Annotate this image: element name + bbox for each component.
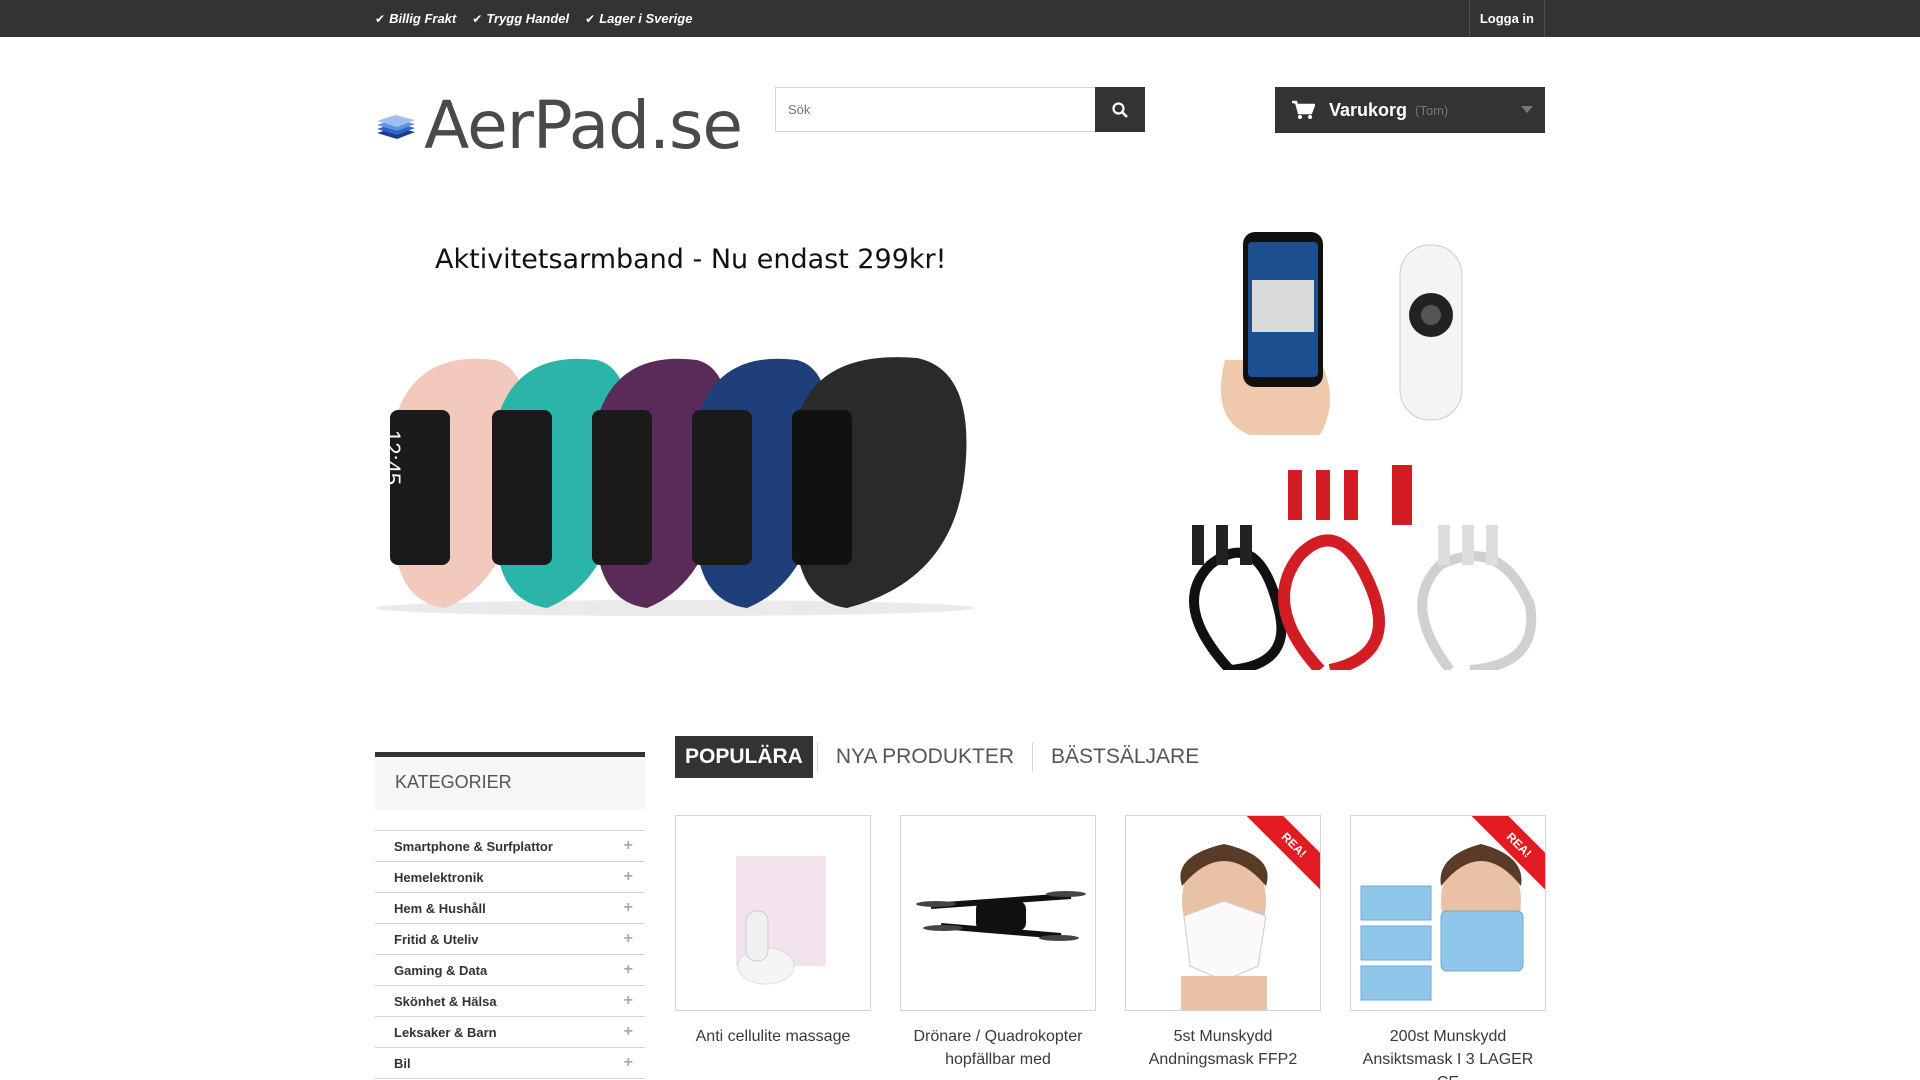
tab-bestsellers[interactable]: BÄSTSÄLJARE xyxy=(1037,736,1213,778)
top-bar-inner: ✔ Billig Frakt ✔ Trygg Handel ✔ Lager i Sve… xyxy=(375,0,1545,37)
logo-text: AerPad.se xyxy=(424,86,743,164)
sale-label: REA! xyxy=(1242,816,1320,897)
product-card[interactable]: Anti cellulite massage xyxy=(675,815,871,1048)
check-icon: ✔ xyxy=(585,11,596,26)
category-item[interactable]: Smartphone & Surfplattor + xyxy=(375,831,645,862)
search-icon xyxy=(1112,101,1128,118)
usp-item: ✔ Trygg Handel xyxy=(472,11,570,26)
product-card[interactable]: REA! 5st Munskydd Andningsmask FFP2 xyxy=(1125,815,1321,1071)
plus-icon[interactable]: + xyxy=(624,1023,633,1041)
massager-image xyxy=(736,856,826,985)
product-name[interactable]: Anti cellulite massage xyxy=(675,1025,871,1048)
product-image[interactable] xyxy=(675,815,871,1011)
tab-divider xyxy=(1032,742,1033,772)
category-item[interactable]: Leksaker & Barn + xyxy=(375,1017,645,1048)
plus-icon[interactable]: + xyxy=(624,1054,633,1072)
sale-ribbon: REA! xyxy=(1463,816,1545,898)
chevron-down-icon xyxy=(1521,106,1533,113)
main-banner[interactable]: Aktivitetsarmband - Nu endast 299kr! 12:… xyxy=(375,220,975,620)
plus-icon[interactable]: + xyxy=(624,961,633,979)
product-image[interactable]: REA! xyxy=(1350,815,1546,1011)
category-item[interactable]: Hemelektronik + xyxy=(375,862,645,893)
cart-status: (Tom) xyxy=(1415,102,1449,118)
plus-icon[interactable]: + xyxy=(624,992,633,1010)
tab-popular[interactable]: POPULÄRA xyxy=(675,736,813,778)
category-item[interactable]: Gaming & Data + xyxy=(375,955,645,986)
product-card[interactable]: Drönare / Quadrokopter hopfällbar med xyxy=(900,815,1096,1071)
camera-phone-image xyxy=(1220,232,1463,435)
plus-icon[interactable]: + xyxy=(624,899,633,917)
logo-icon xyxy=(377,114,416,140)
category-item[interactable]: Fritid & Uteliv + xyxy=(375,924,645,955)
product-grid: Anti cellulite massage Drönare / Quadrok… xyxy=(675,815,1546,1080)
product-name[interactable]: 5st Munskydd Andningsmask FFP2 xyxy=(1125,1025,1321,1071)
categories-block: KATEGORIER Smartphone & Surfplattor + Hem… xyxy=(375,752,645,1079)
activity-bands-image xyxy=(375,357,975,616)
sale-label: REA! xyxy=(1467,816,1545,897)
plus-icon[interactable]: + xyxy=(624,930,633,948)
login-link[interactable]: Logga in xyxy=(1468,0,1545,37)
search-form xyxy=(775,87,1145,132)
drone-image xyxy=(916,891,1086,941)
usp-item: ✔ Lager i Sverige xyxy=(585,11,693,26)
cart-button[interactable]: Varukorg (Tom) xyxy=(1275,87,1545,133)
search-input[interactable] xyxy=(775,87,1095,132)
top-bar: ✔ Billig Frakt ✔ Trygg Handel ✔ Lager i Sve… xyxy=(0,0,1920,37)
check-icon: ✔ xyxy=(472,11,483,26)
product-name[interactable]: 200st Munskydd Ansiktsmask I 3 LAGER CE xyxy=(1350,1025,1546,1080)
banner-title: Aktivitetsarmband - Nu endast 299kr! xyxy=(435,244,947,275)
category-list: Smartphone & Surfplattor + Hemelektronik +… xyxy=(375,830,645,1079)
check-icon: ✔ xyxy=(375,11,386,26)
category-item[interactable]: Bil + xyxy=(375,1048,645,1079)
category-item[interactable]: Hem & Hushåll + xyxy=(375,893,645,924)
plus-icon[interactable]: + xyxy=(624,868,633,886)
usb-cable-image xyxy=(1189,465,1537,676)
product-card[interactable]: REA! 200st Munskydd Ansiktsmask I 3 LAGE… xyxy=(1350,815,1546,1080)
categories-title: KATEGORIER xyxy=(375,752,645,810)
product-image[interactable]: REA! xyxy=(1125,815,1321,1011)
band-screen-text: 12:45 xyxy=(380,430,405,486)
product-name[interactable]: Drönare / Quadrokopter hopfällbar med xyxy=(900,1025,1096,1071)
tab-new-products[interactable]: NYA PRODUKTER xyxy=(822,736,1028,778)
tab-divider xyxy=(816,742,818,772)
cart-icon xyxy=(1292,100,1315,119)
cable-banner[interactable] xyxy=(1170,455,1545,676)
site-logo[interactable]: AerPad.se xyxy=(375,87,743,164)
product-image[interactable] xyxy=(900,815,1096,1011)
plus-icon[interactable]: + xyxy=(624,837,633,855)
sale-ribbon: REA! xyxy=(1238,816,1320,898)
cart-label: Varukorg xyxy=(1329,99,1408,120)
usp-list: ✔ Billig Frakt ✔ Trygg Handel ✔ Lager i Sve… xyxy=(375,0,692,37)
search-button[interactable] xyxy=(1095,87,1145,132)
usp-item: ✔ Billig Frakt xyxy=(375,11,457,26)
product-tabs: POPULÄRA NYA PRODUKTER BÄSTSÄLJARE xyxy=(675,736,1213,778)
camera-banner[interactable] xyxy=(1170,220,1545,445)
category-item[interactable]: Skönhet & Hälsa + xyxy=(375,986,645,1017)
